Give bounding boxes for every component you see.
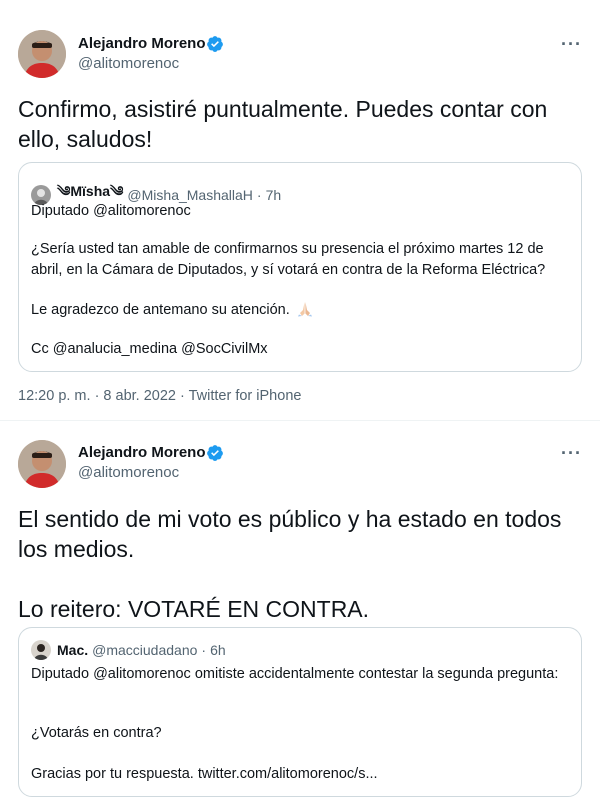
tweet-text: El sentido de mi voto es público y ha es… [18,506,562,622]
tweet-text: Confirmo, asistiré puntualmente. Puedes … [18,96,548,152]
tweet-1[interactable]: Alejandro Moreno @alitomorenoc ··· Confi… [0,0,600,420]
more-options-icon[interactable]: ··· [561,34,582,55]
author-handle[interactable]: @alitomorenoc [78,464,179,481]
more-options-icon[interactable]: ··· [561,443,582,464]
quoted-tweet-time[interactable]: 6h [210,642,226,658]
quoted-author-handle[interactable]: @macciudadano [92,642,197,658]
folded-hands-icon [297,302,312,317]
author-avatar[interactable] [18,30,66,78]
quoted-text-line-2: ¿Votarás en contra? [31,725,162,741]
quoted-text-line-2: ¿Sería usted tan amable de confirmarnos … [31,241,546,278]
separator-dot: · [201,642,207,658]
quoted-tweet-header: Mac. @macciudadano · 6h [31,640,226,660]
author-avatar[interactable] [18,440,66,488]
quoted-text-line-4: Cc @analucia_medina @SocCivilMx [31,341,268,357]
quoted-tweet[interactable]: Mac. @macciudadano · 6h Diputado @alitom… [18,627,582,797]
tweet-2[interactable]: Alejandro Moreno @alitomorenoc ··· El se… [0,420,600,810]
quoted-tweet[interactable]: ༄Mïsha༄ @Misha_MashallaH · 7h Diputado @… [18,162,582,372]
quoted-text-line-3-text: Le agradezco de antemano su atención. [31,302,290,318]
quoted-text-line-1: Diputado @alitomorenoc omitiste accident… [31,666,559,682]
quoted-text-line-3: Gracias por tu respuesta. twitter.com/al… [31,766,378,782]
verified-badge-icon [207,445,223,461]
quoted-text-line-3: Le agradezco de antemano su atención. [31,300,567,321]
author-name[interactable]: Alejandro Moreno [78,444,206,461]
author-handle[interactable]: @alitomorenoc [78,55,179,72]
verified-badge-icon [207,36,223,52]
tweet-timestamp-source[interactable]: 12:20 p. m. · 8 abr. 2022 · Twitter for … [18,388,301,404]
quoted-text-line-1: Diputado @alitomorenoc [31,203,191,219]
author-name[interactable]: Alejandro Moreno [78,35,206,52]
quoted-author-avatar[interactable] [31,640,51,660]
quoted-author-name[interactable]: Mac. [57,642,88,658]
